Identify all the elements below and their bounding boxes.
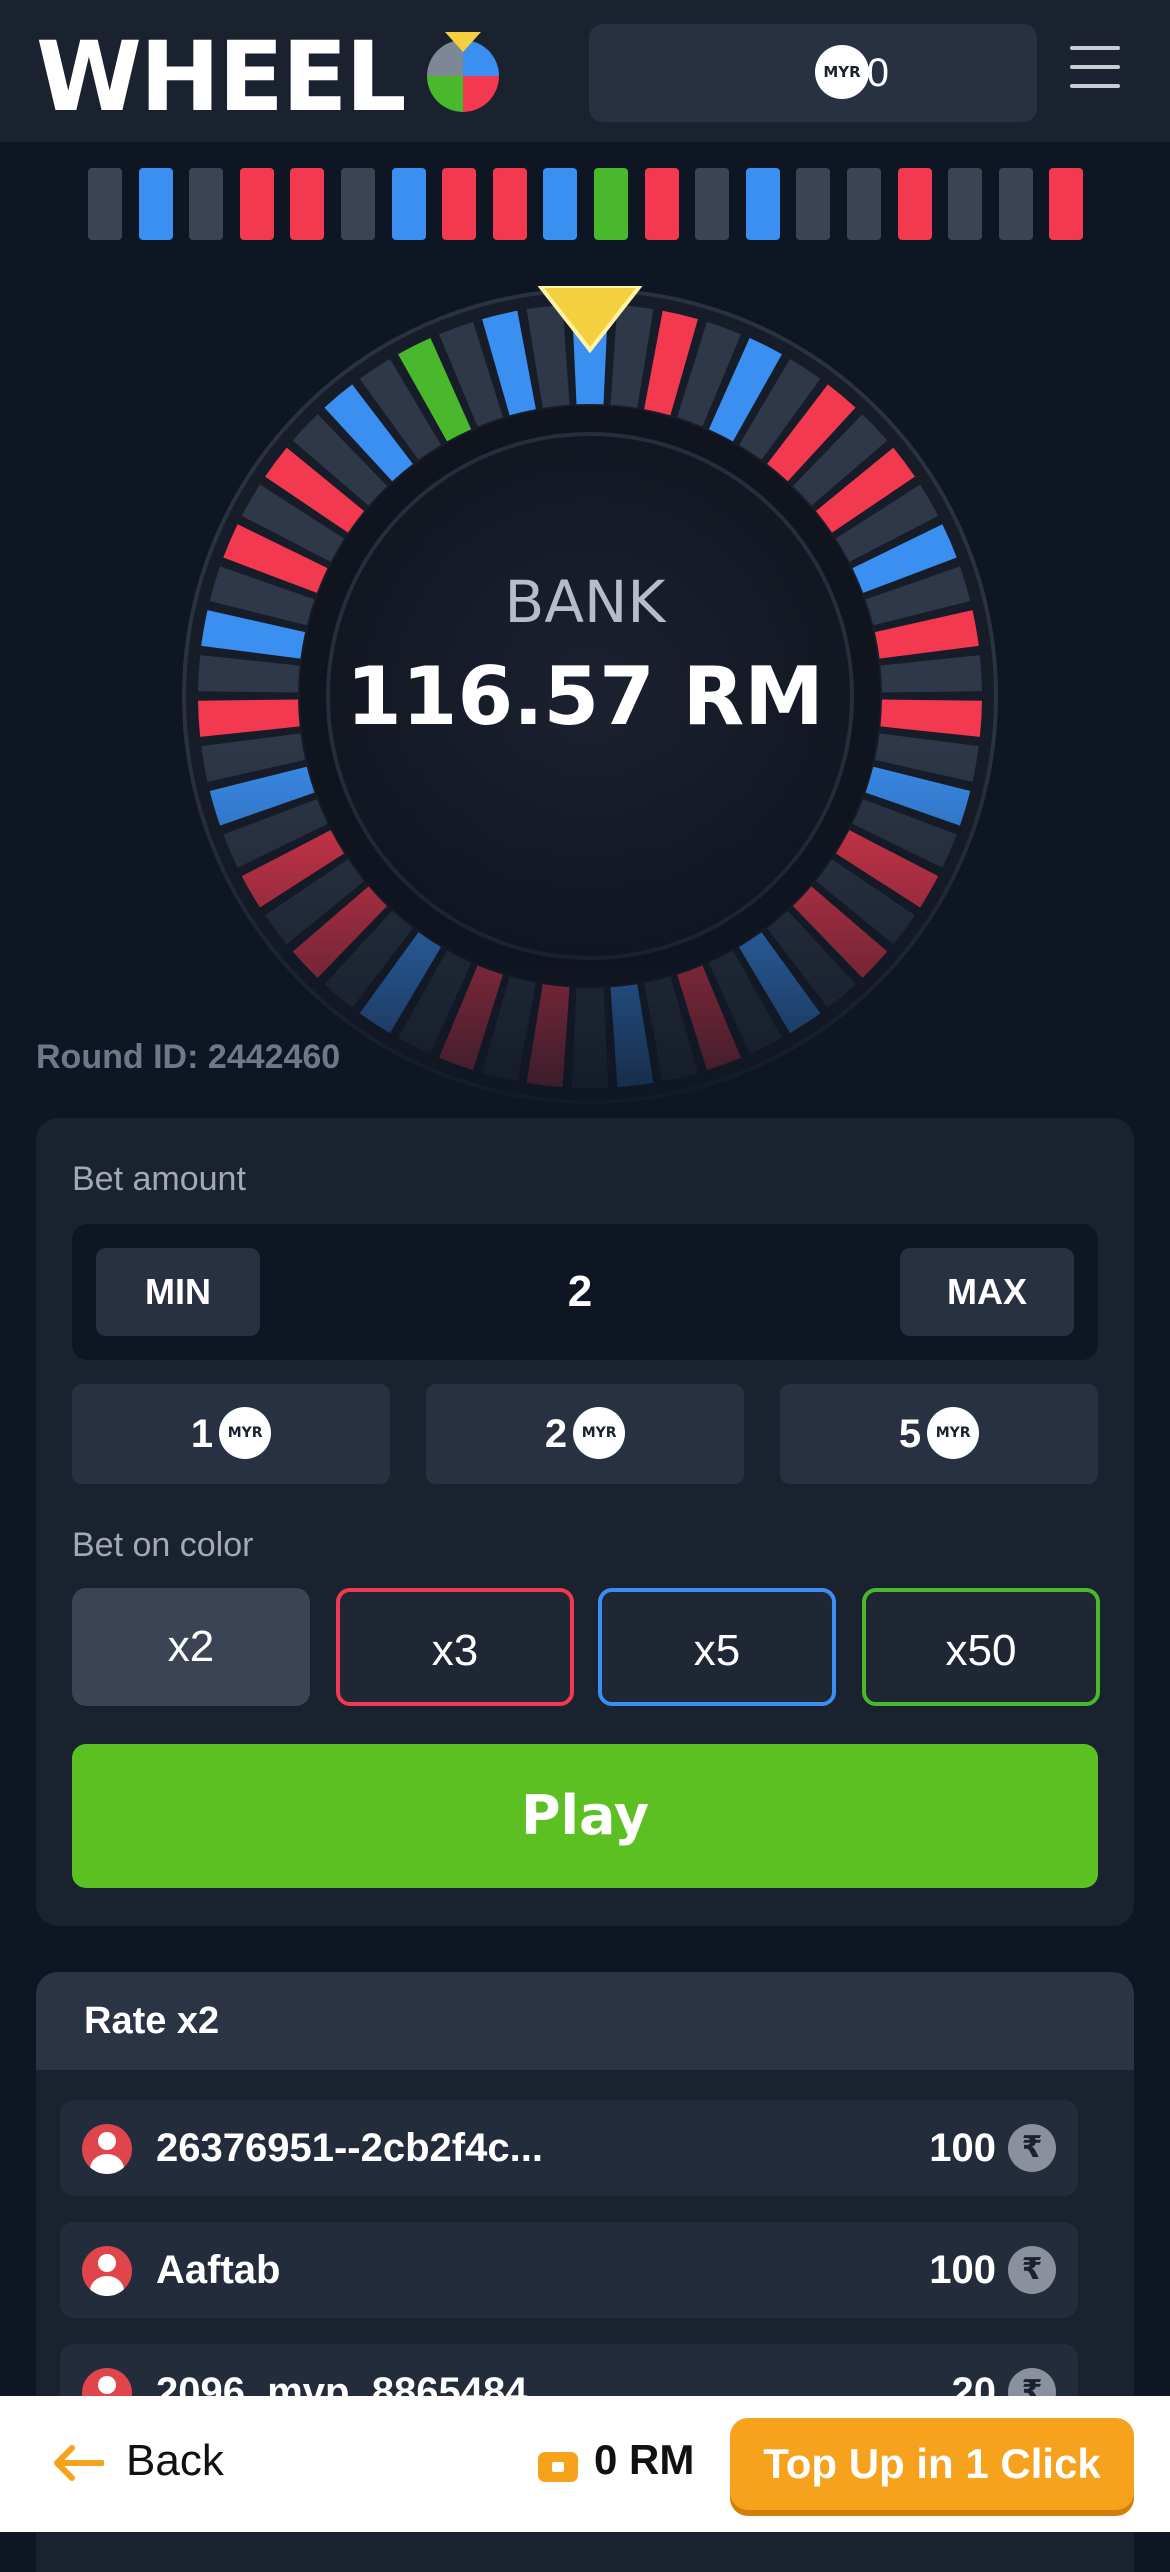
rate-title: Rate x2 [84, 2000, 220, 2042]
myr-currency-icon: MYR [219, 1407, 272, 1460]
player-bet-amount: 100 [929, 2126, 996, 2170]
app-header: WHEEL 0 MYR [0, 0, 1170, 142]
history-result-gray [998, 168, 1033, 240]
history-result-red [897, 168, 932, 240]
round-id: Round ID: 2442460 [36, 1038, 341, 1076]
bank-label: BANK [504, 568, 666, 636]
logo-wheel-icon [427, 32, 499, 112]
history-result-blue [138, 168, 173, 240]
quick-bet-value: 5 [898, 1412, 922, 1456]
history-result-gray [695, 168, 730, 240]
bank-amount: 116.57 RM [346, 650, 824, 743]
bet-x3-red-button[interactable]: x3 [336, 1588, 574, 1706]
player-bet-row: 26376951--2cb2f4c... 100 ₹ [60, 2100, 1078, 2196]
history-result-blue [543, 168, 578, 240]
bet-amount-input[interactable] [280, 1248, 880, 1336]
max-bet-button[interactable]: MAX [900, 1248, 1074, 1336]
result-history-strip [88, 168, 1088, 240]
history-result-gray [189, 168, 224, 240]
avatar-icon [82, 2124, 132, 2174]
history-result-blue [745, 168, 780, 240]
quick-bet-value: 1 [190, 1412, 214, 1456]
player-name: Aaftab [156, 2248, 281, 2292]
quick-bet-5-button[interactable]: 5 MYR [780, 1384, 1098, 1484]
history-result-gray [88, 168, 122, 240]
history-result-gray [847, 168, 881, 240]
avatar-icon [82, 2246, 132, 2296]
hamburger-menu-icon[interactable] [1070, 46, 1120, 90]
balance-display: 0 MYR [589, 24, 1037, 122]
player-name: 26376951--2cb2f4c... [156, 2126, 543, 2170]
myr-currency-icon: MYR [815, 45, 869, 99]
history-result-red [1049, 168, 1084, 240]
myr-currency-icon: MYR [573, 1407, 626, 1460]
bet-x50-green-button[interactable]: x50 [862, 1588, 1100, 1706]
history-result-gray [948, 168, 983, 240]
back-button[interactable]: Back [126, 2436, 224, 2486]
history-result-gray [341, 168, 375, 240]
bet-amount-label: Bet amount [72, 1160, 246, 1198]
top-up-button[interactable]: Top Up in 1 Click [730, 2418, 1134, 2510]
bet-x2-gray-button[interactable]: x2 [72, 1588, 310, 1706]
history-result-blue [391, 168, 426, 240]
history-result-red [239, 168, 274, 240]
min-bet-button[interactable]: MIN [96, 1248, 260, 1336]
play-button[interactable]: Play [72, 1744, 1098, 1888]
history-result-red [290, 168, 325, 240]
history-result-red [644, 168, 679, 240]
player-bet-row: Aaftab 100 ₹ [60, 2222, 1078, 2318]
back-arrow-icon[interactable] [52, 2440, 104, 2486]
rupee-icon: ₹ [1008, 2246, 1056, 2294]
history-result-red [492, 168, 527, 240]
quick-bet-value: 2 [544, 1412, 568, 1456]
rupee-icon: ₹ [1008, 2124, 1056, 2172]
quick-bet-1-button[interactable]: 1 MYR [72, 1384, 390, 1484]
rate-header: Rate x2 [36, 1972, 1134, 2070]
history-result-gray [796, 168, 831, 240]
history-result-red [442, 168, 477, 240]
myr-currency-icon: MYR [927, 1407, 980, 1460]
wallet-amount: 0 RM [594, 2436, 695, 2483]
bet-x5-blue-button[interactable]: x5 [598, 1588, 836, 1706]
logo-text: WHEEL [36, 21, 407, 133]
bet-on-color-label: Bet on color [72, 1526, 254, 1564]
history-result-green [594, 168, 628, 240]
quick-bet-2-button[interactable]: 2 MYR [426, 1384, 744, 1484]
player-bet-amount: 100 [929, 2248, 996, 2292]
wallet-icon [538, 2452, 578, 2482]
